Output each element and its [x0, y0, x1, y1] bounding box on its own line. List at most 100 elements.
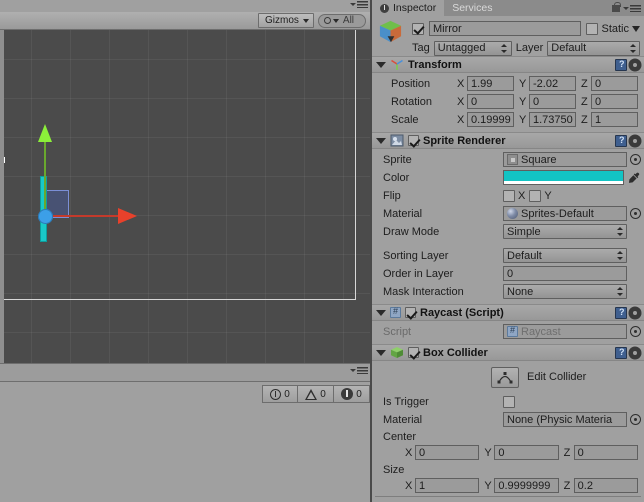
gizmo-x-axis-arrow[interactable] — [118, 208, 137, 224]
center-y-input[interactable]: 0 — [494, 445, 559, 460]
gear-icon[interactable] — [629, 347, 641, 359]
rotation-x-input[interactable]: 0 — [467, 94, 514, 109]
script-icon — [507, 325, 518, 337]
foldout-icon[interactable] — [376, 61, 386, 68]
sprite-label: Sprite — [383, 153, 412, 166]
tab-services[interactable]: Services — [444, 0, 500, 16]
is-trigger-checkbox[interactable] — [503, 395, 515, 408]
axis-x-label: X — [405, 479, 413, 492]
gameobject-active-checkbox[interactable] — [412, 22, 424, 35]
help-icon[interactable] — [615, 346, 627, 359]
size-x-input[interactable]: 1 — [415, 478, 480, 493]
component-header-icons — [615, 134, 641, 147]
component-header-transform[interactable]: Transform — [372, 56, 644, 73]
raycast-enabled-checkbox[interactable] — [405, 307, 416, 318]
info-icon — [270, 388, 282, 400]
script-picker-icon[interactable] — [630, 326, 641, 337]
transform-icon — [391, 59, 403, 70]
help-icon[interactable] — [615, 306, 627, 319]
sprite-picker-icon[interactable] — [630, 154, 641, 165]
scene-top-strip — [0, 0, 370, 12]
component-title: Box Collider — [423, 346, 488, 359]
static-dropdown-icon[interactable] — [632, 25, 640, 32]
error-count-toggle[interactable]: 0 — [334, 385, 370, 403]
material-object-field[interactable]: Sprites-Default — [503, 206, 627, 221]
size-row: X 1 Y 0.9999999 Z 0.2 — [375, 477, 641, 494]
gizmo-center-handle[interactable] — [38, 209, 53, 224]
axis-z-label: Z — [581, 113, 588, 126]
gizmo-x-axis-line[interactable] — [46, 215, 121, 217]
scale-y-input[interactable]: 1.73750 — [529, 112, 576, 127]
gear-icon[interactable] — [629, 307, 641, 319]
center-z-input[interactable]: 0 — [573, 445, 638, 460]
scale-x-input[interactable]: 0.19999 — [467, 112, 514, 127]
gameobject-header: Mirror Static Tag Untagged Layer Default — [372, 16, 644, 56]
size-y-input[interactable]: 0.9999999 — [494, 478, 559, 493]
gizmos-dropdown-button[interactable]: Gizmos — [258, 13, 314, 28]
inspector-window-menu-icon[interactable] — [623, 4, 641, 12]
gameobject-cube-icon — [379, 20, 402, 43]
edit-collider-button[interactable] — [491, 366, 519, 388]
center-x-value: 0 — [419, 446, 426, 459]
foldout-icon[interactable] — [376, 309, 386, 316]
position-z-input[interactable]: 0 — [591, 76, 638, 91]
rotation-z-input[interactable]: 0 — [591, 94, 638, 109]
sorting-layer-value: Default — [507, 249, 542, 262]
collider-material-picker-icon[interactable] — [630, 414, 641, 425]
static-checkbox[interactable] — [586, 22, 599, 35]
collider-material-object-field[interactable]: None (Physic Materia — [503, 412, 627, 427]
position-y-value: -2.02 — [533, 77, 559, 90]
mask-interaction-dropdown[interactable]: None — [503, 284, 627, 299]
help-icon[interactable] — [615, 58, 627, 71]
static-label: Static — [601, 22, 629, 35]
tab-inspector[interactable]: Inspector — [372, 0, 445, 16]
sorting-layer-dropdown[interactable]: Default — [503, 248, 627, 263]
size-z-input[interactable]: 0.2 — [573, 478, 638, 493]
size-y-value: 0.9999999 — [498, 479, 551, 492]
component-header-sprite-renderer[interactable]: Sprite Renderer — [372, 132, 644, 149]
gameobject-name-input[interactable]: Mirror — [429, 21, 582, 36]
position-x-input[interactable]: 1.99 — [467, 76, 514, 91]
component-header-box-collider[interactable]: Box Collider — [372, 344, 644, 361]
gizmo-y-axis-line[interactable] — [44, 138, 46, 216]
axis-y-label: Y — [519, 77, 527, 90]
error-count-label: 0 — [356, 388, 362, 400]
axis-y-label: Y — [519, 113, 527, 126]
draw-mode-dropdown[interactable]: Simple — [503, 224, 627, 239]
layer-dropdown[interactable]: Default — [547, 40, 640, 56]
tag-dropdown[interactable]: Untagged — [433, 40, 512, 56]
flip-y-checkbox[interactable] — [529, 189, 542, 202]
rotation-y-input[interactable]: 0 — [529, 94, 576, 109]
warning-count-toggle[interactable]: 0 — [298, 385, 334, 403]
info-count-toggle[interactable]: 0 — [262, 385, 298, 403]
gear-icon[interactable] — [629, 59, 641, 71]
material-picker-icon[interactable] — [630, 208, 641, 219]
scale-z-input[interactable]: 1 — [591, 112, 638, 127]
foldout-icon[interactable] — [376, 349, 386, 356]
gizmo-y-axis-arrow[interactable] — [38, 124, 52, 142]
foldout-icon[interactable] — [376, 137, 386, 144]
inspector-icon — [380, 3, 389, 13]
sprite-object-field[interactable]: Square — [503, 152, 627, 167]
position-y-input[interactable]: -2.02 — [529, 76, 576, 91]
component-title: Sprite Renderer — [423, 134, 506, 147]
eyedropper-icon[interactable] — [628, 171, 641, 185]
sprite-renderer-enabled-checkbox[interactable] — [408, 135, 419, 146]
script-object-field: Raycast — [503, 324, 627, 339]
collider-material-row: Material None (Physic Materia — [375, 411, 641, 428]
gear-icon[interactable] — [629, 135, 641, 147]
color-swatch-field[interactable] — [503, 170, 624, 185]
box-collider-enabled-checkbox[interactable] — [408, 347, 419, 358]
component-header-icons — [615, 58, 641, 71]
flip-x-checkbox[interactable] — [503, 189, 515, 202]
center-x-input[interactable]: 0 — [415, 445, 480, 460]
console-window-menu-icon[interactable] — [350, 367, 368, 374]
scene-viewport[interactable] — [0, 30, 370, 363]
lock-icon[interactable] — [612, 1, 621, 12]
help-icon[interactable] — [615, 134, 627, 147]
component-header-raycast[interactable]: Raycast (Script) — [372, 304, 644, 321]
position-label: Position — [391, 77, 431, 90]
scene-window-menu-icon[interactable] — [350, 1, 368, 8]
scene-search-input[interactable]: All — [317, 13, 366, 28]
order-in-layer-input[interactable]: 0 — [503, 266, 627, 281]
